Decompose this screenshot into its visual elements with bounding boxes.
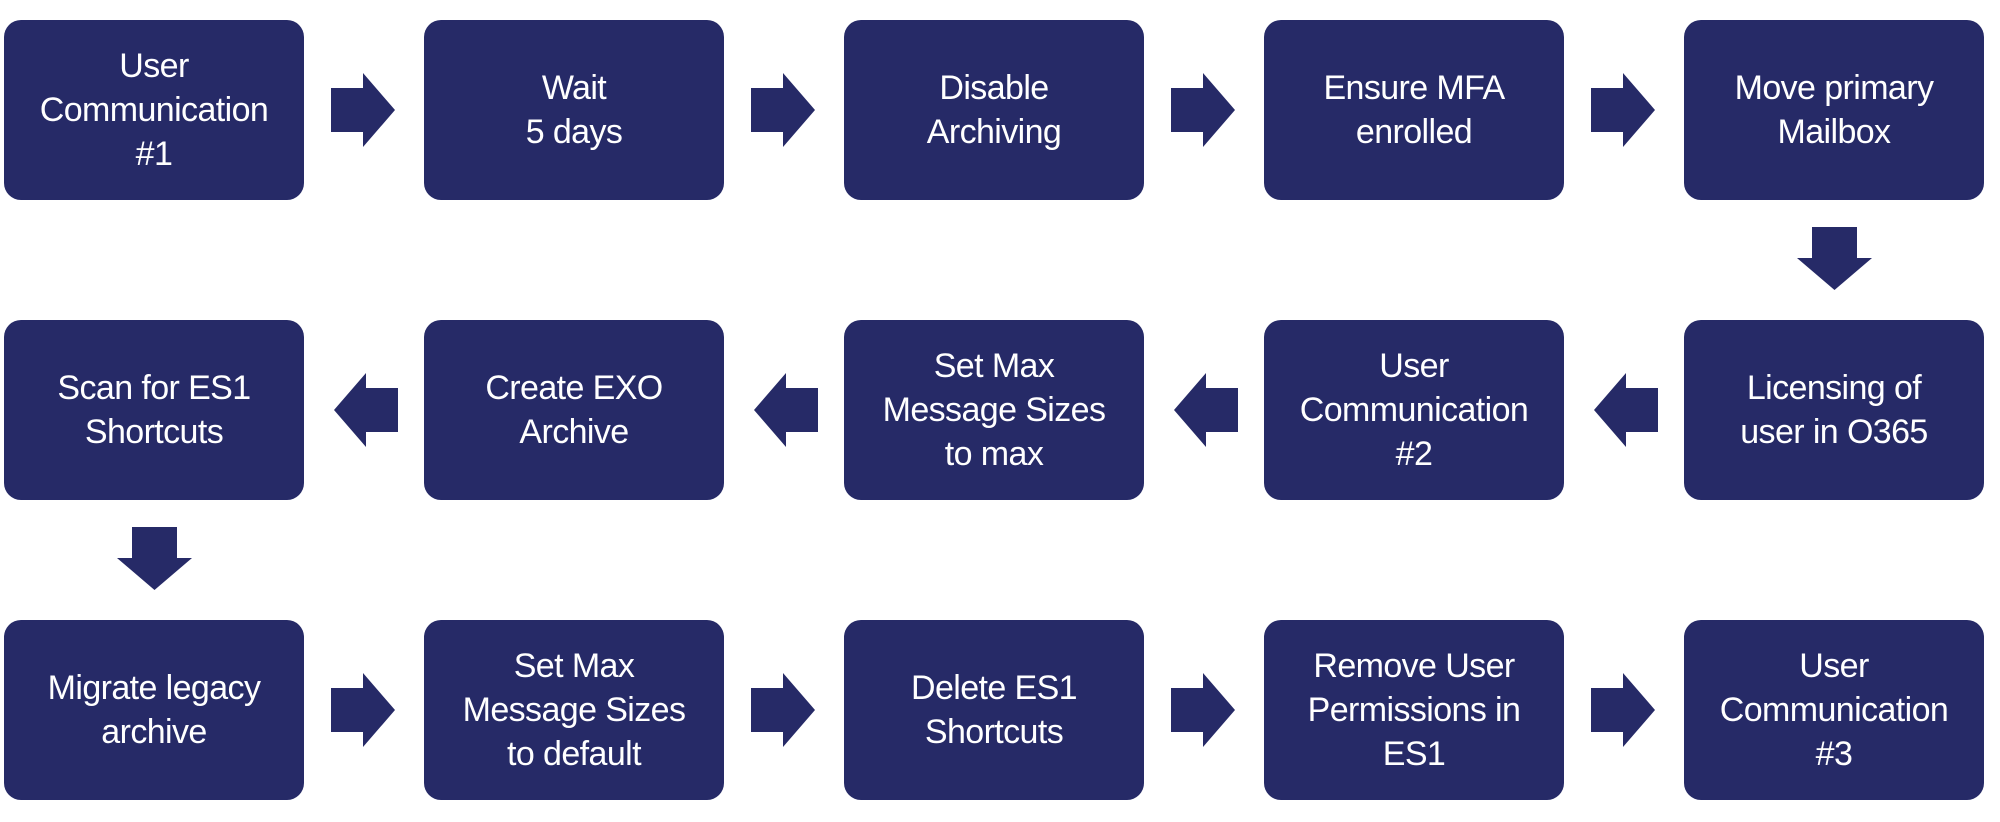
arrow-left-icon bbox=[1594, 373, 1658, 447]
process-step-label: Create EXO Archive bbox=[485, 369, 663, 451]
process-step-label: Scan for ES1 Shortcuts bbox=[57, 369, 251, 451]
arrow-down-icon bbox=[116, 527, 192, 590]
process-step-4: Ensure MFA enrolled bbox=[1264, 20, 1564, 200]
process-step-label: User Communication #1 bbox=[39, 47, 269, 173]
arrow-right-icon bbox=[331, 673, 395, 747]
process-step-label: Delete ES1 Shortcuts bbox=[911, 669, 1078, 751]
process-step-label: Wait 5 days bbox=[525, 69, 623, 151]
process-step-8: Set Max Message Sizes to max bbox=[844, 320, 1144, 500]
process-step-3: Disable Archiving bbox=[844, 20, 1144, 200]
process-step-label: Ensure MFA enrolled bbox=[1323, 69, 1505, 151]
process-step-label: Disable Archiving bbox=[926, 69, 1062, 151]
process-step-1: User Communication #1 bbox=[4, 20, 304, 200]
process-step-2: Wait 5 days bbox=[424, 20, 724, 200]
process-step-label: Licensing of user in O365 bbox=[1740, 369, 1928, 451]
process-step-10: Scan for ES1 Shortcuts bbox=[4, 320, 304, 500]
process-step-7: User Communication #2 bbox=[1264, 320, 1564, 500]
arrow-left-icon bbox=[334, 373, 398, 447]
process-step-label: Move primary Mailbox bbox=[1734, 69, 1934, 151]
process-step-6: Licensing of user in O365 bbox=[1684, 320, 1984, 500]
process-step-label: Remove User Permissions in ES1 bbox=[1307, 647, 1521, 773]
process-step-15: User Communication #3 bbox=[1684, 620, 1984, 800]
process-step-11: Migrate legacy archive bbox=[4, 620, 304, 800]
arrow-right-icon bbox=[331, 73, 395, 147]
arrow-right-icon bbox=[1171, 673, 1235, 747]
process-step-label: Set Max Message Sizes to max bbox=[882, 347, 1106, 473]
process-step-5: Move primary Mailbox bbox=[1684, 20, 1984, 200]
process-step-12: Set Max Message Sizes to default bbox=[424, 620, 724, 800]
arrow-right-icon bbox=[1171, 73, 1235, 147]
process-step-label: User Communication #3 bbox=[1719, 647, 1949, 773]
migration-process-flowchart: User Communication #1 Wait 5 days Disable … bbox=[0, 0, 2000, 822]
process-step-label: Migrate legacy archive bbox=[47, 669, 261, 751]
process-step-label: Set Max Message Sizes to default bbox=[462, 647, 686, 773]
arrow-left-icon bbox=[1174, 373, 1238, 447]
arrow-left-icon bbox=[754, 373, 818, 447]
arrow-right-icon bbox=[751, 73, 815, 147]
process-step-14: Remove User Permissions in ES1 bbox=[1264, 620, 1564, 800]
arrow-right-icon bbox=[1591, 673, 1655, 747]
process-step-label: User Communication #2 bbox=[1299, 347, 1529, 473]
arrow-right-icon bbox=[751, 673, 815, 747]
process-step-13: Delete ES1 Shortcuts bbox=[844, 620, 1144, 800]
process-step-9: Create EXO Archive bbox=[424, 320, 724, 500]
arrow-down-icon bbox=[1796, 227, 1872, 290]
arrow-right-icon bbox=[1591, 73, 1655, 147]
